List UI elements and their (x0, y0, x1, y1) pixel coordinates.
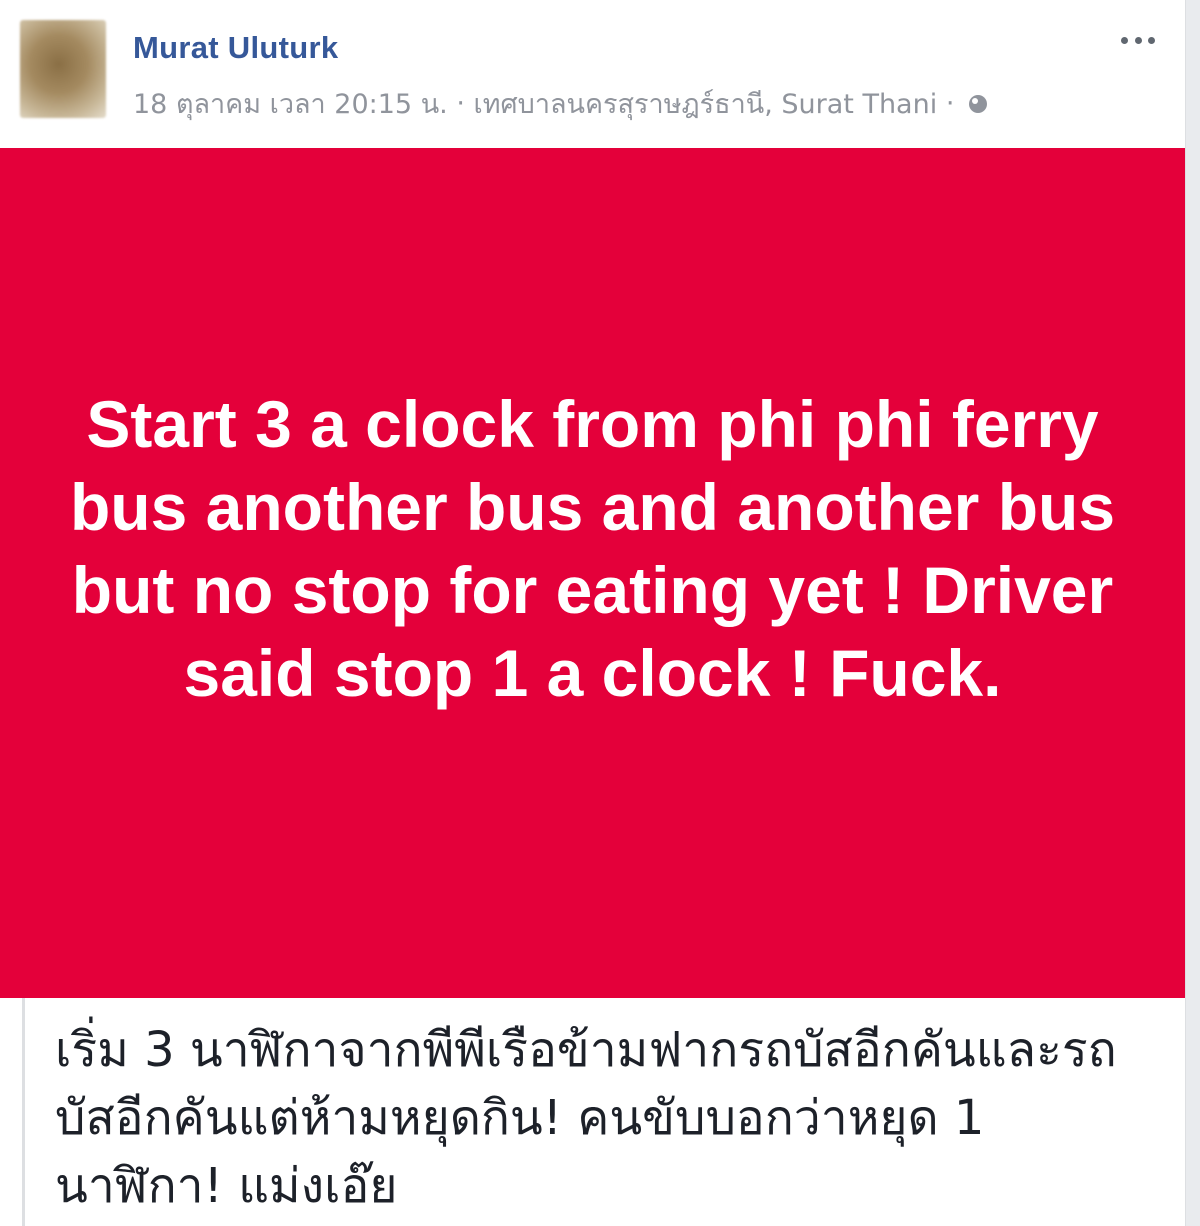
post-location[interactable]: เทศบาลนครสุราษฎร์ธานี, Surat Thani (474, 89, 938, 120)
post-header: Murat Uluturk 18 ตุลาคม เวลา 20:15 น. · … (0, 0, 1185, 148)
facebook-post: Murat Uluturk 18 ตุลาคม เวลา 20:15 น. · … (0, 0, 1186, 1226)
meta-separator: · (456, 88, 465, 119)
translation-block: เริ่ม 3 นาฬิกาจากพีพีเรือข้ามฟากรถบัสอีก… (22, 998, 1185, 1226)
globe-icon[interactable] (969, 94, 987, 113)
avatar[interactable] (20, 20, 106, 118)
caption-text: เริ่ม 3 นาฬิกาจากพีพีเรือข้ามฟากรถบัสอีก… (55, 1022, 1117, 1214)
more-options-icon[interactable] (1121, 30, 1155, 50)
post-meta: 18 ตุลาคม เวลา 20:15 น. · เทศบาลนครสุราษ… (133, 82, 987, 125)
meta-separator-2: · (945, 88, 955, 119)
status-background-card: Start 3 a clock from phi phi ferry bus a… (0, 148, 1185, 998)
status-text: Start 3 a clock from phi phi ferry bus a… (69, 387, 1116, 710)
post-timestamp[interactable]: 18 ตุลาคม เวลา 20:15 น. (133, 89, 448, 120)
author-name[interactable]: Murat Uluturk (133, 30, 338, 66)
